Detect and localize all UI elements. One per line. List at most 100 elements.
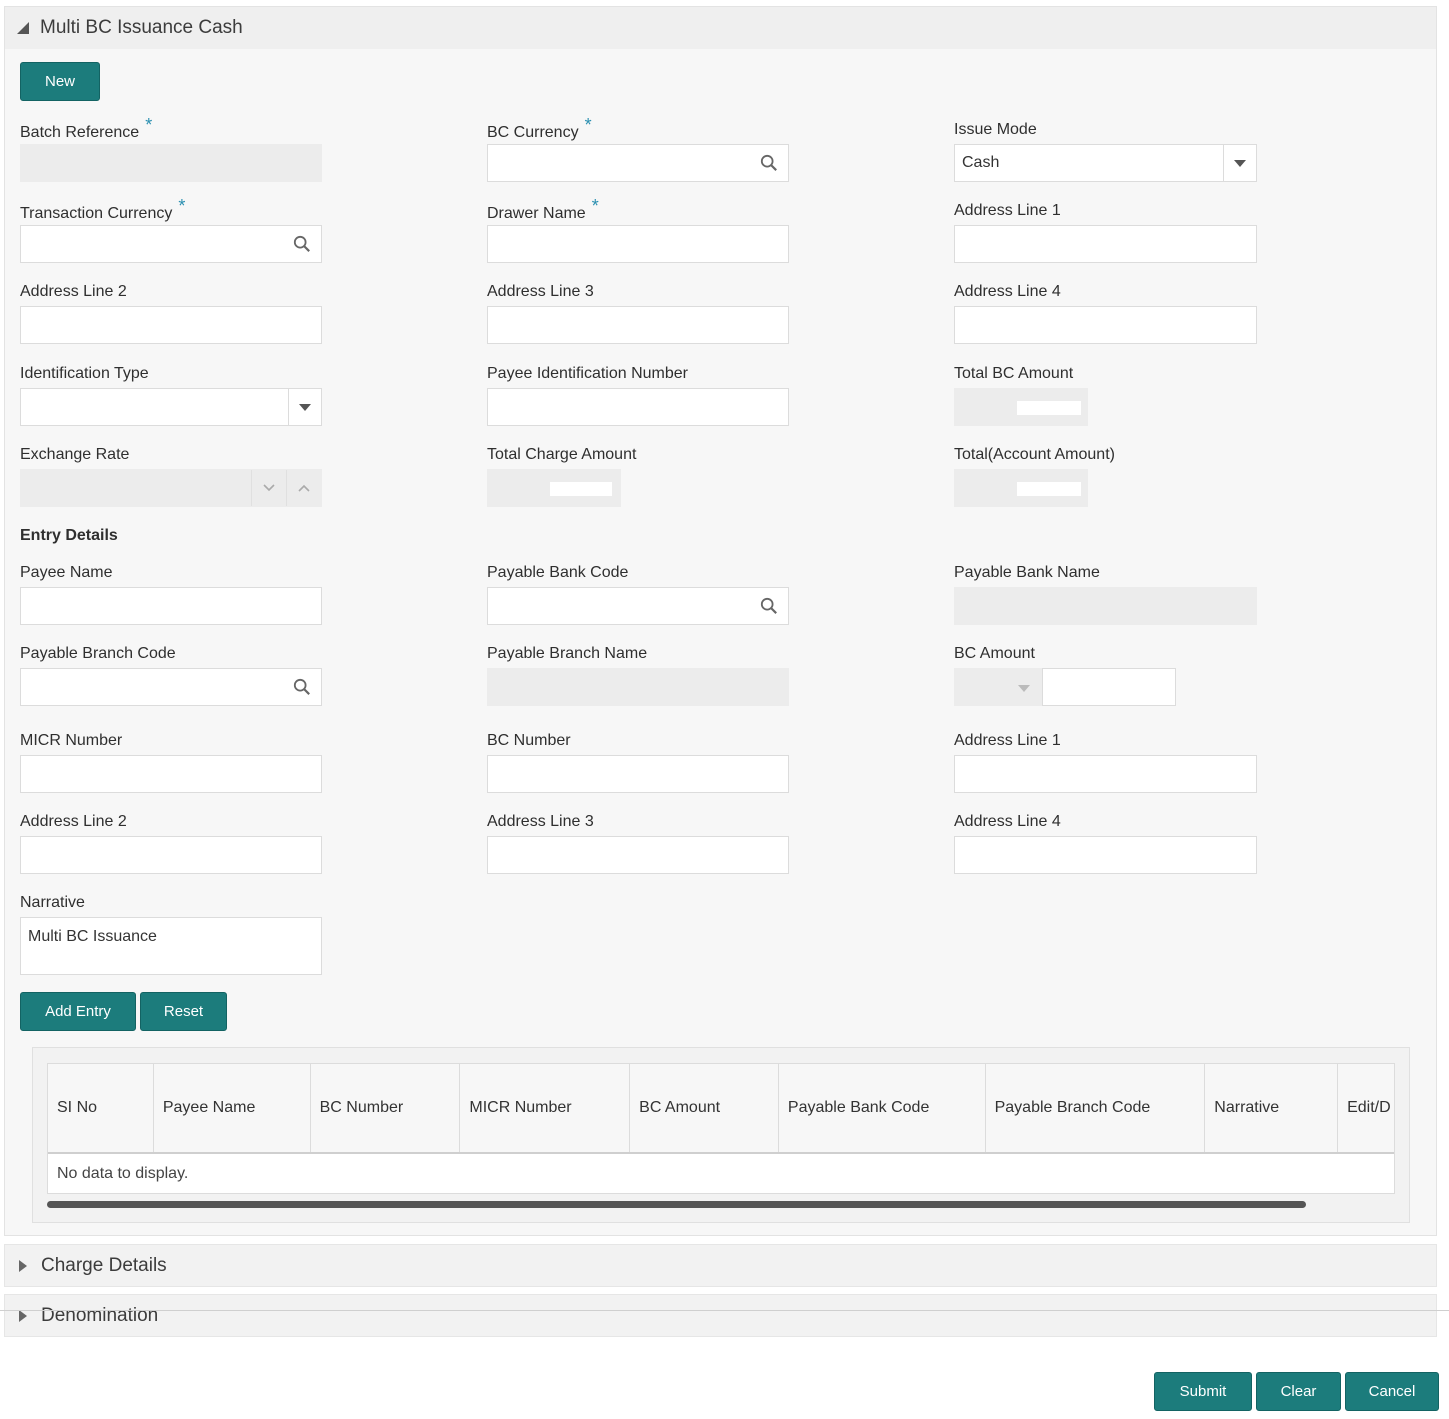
expand-triangle-icon	[19, 1309, 27, 1322]
total-account-amount-field	[954, 469, 1088, 507]
address-line-4-label: Address Line 4	[954, 283, 1061, 300]
chevron-down-icon	[263, 484, 275, 492]
entry-address-line-4-label: Address Line 4	[954, 813, 1061, 830]
micr-number-label: MICR Number	[20, 732, 123, 749]
entry-address-line-2-label: Address Line 2	[20, 813, 127, 830]
column-header[interactable]: SI No	[48, 1064, 154, 1152]
redacted-value	[1017, 401, 1081, 415]
entry-address-line-1-input[interactable]	[954, 755, 1257, 793]
payable-branch-name-label: Payable Branch Name	[487, 645, 648, 662]
entry-address-line-2-input[interactable]	[20, 836, 322, 874]
chevron-down-icon	[299, 403, 311, 411]
column-header[interactable]: Payee Name	[154, 1064, 311, 1152]
column-header[interactable]: Edit/D	[1338, 1064, 1394, 1152]
entries-table-container: SI No Payee Name BC Number MICR Number B…	[32, 1047, 1410, 1223]
entries-table: SI No Payee Name BC Number MICR Number B…	[47, 1063, 1395, 1194]
identification-type-select[interactable]	[20, 388, 322, 426]
column-header[interactable]: MICR Number	[460, 1064, 631, 1152]
bc-amount-currency-select[interactable]	[954, 668, 1043, 706]
payable-bank-name-label: Payable Bank Name	[954, 564, 1100, 581]
issue-mode-value: Cash	[962, 154, 1000, 171]
narrative-label: Narrative	[20, 894, 85, 911]
transaction-currency-label: Transaction Currency *	[20, 196, 186, 222]
address-line-1-label: Address Line 1	[954, 202, 1061, 219]
total-account-amount-label: Total(Account Amount)	[954, 446, 1115, 463]
submit-button[interactable]: Submit	[1154, 1372, 1252, 1411]
issue-mode-select[interactable]: Cash	[954, 144, 1257, 182]
chevron-up-icon	[298, 484, 310, 492]
total-charge-amount-label: Total Charge Amount	[487, 446, 637, 463]
search-icon[interactable]	[760, 154, 778, 172]
issue-mode-dropdown-button[interactable]	[1223, 145, 1256, 181]
bc-amount-input[interactable]	[1042, 668, 1176, 706]
column-header[interactable]: Payable Branch Code	[986, 1064, 1206, 1152]
exchange-rate-label: Exchange Rate	[20, 446, 130, 463]
increment-button[interactable]	[286, 470, 321, 506]
address-line-3-label: Address Line 3	[487, 283, 594, 300]
search-icon[interactable]	[293, 678, 311, 696]
decrement-button[interactable]	[251, 470, 286, 506]
identification-type-label: Identification Type	[20, 365, 149, 382]
exchange-rate-field	[20, 469, 322, 507]
add-entry-button[interactable]: Add Entry	[20, 992, 136, 1031]
transaction-currency-input[interactable]	[20, 225, 322, 263]
search-icon[interactable]	[293, 235, 311, 253]
charge-details-title: Charge Details	[41, 1254, 167, 1276]
denomination-title: Denomination	[41, 1304, 159, 1326]
panel-title: Multi BC Issuance Cash	[40, 17, 243, 38]
address-line-2-label: Address Line 2	[20, 283, 127, 300]
address-line-4-input[interactable]	[954, 306, 1257, 344]
payable-branch-code-input[interactable]	[20, 668, 322, 706]
drawer-name-input[interactable]	[487, 225, 789, 263]
bc-currency-input[interactable]	[487, 144, 789, 182]
bc-amount-label: BC Amount	[954, 645, 1035, 662]
address-line-1-input[interactable]	[954, 225, 1257, 263]
payee-identification-number-input[interactable]	[487, 388, 789, 426]
total-bc-amount-field	[954, 388, 1088, 426]
column-header[interactable]: Narrative	[1205, 1064, 1339, 1152]
issue-mode-label: Issue Mode	[954, 121, 1037, 138]
charge-details-panel: Charge Details	[4, 1244, 1437, 1287]
clear-button[interactable]: Clear	[1256, 1372, 1341, 1411]
expand-triangle-icon	[19, 1259, 27, 1272]
payable-bank-code-input[interactable]	[487, 587, 789, 625]
panel-header[interactable]: Multi BC Issuance Cash	[5, 7, 1436, 49]
narrative-textarea[interactable]: Multi BC Issuance	[20, 917, 322, 975]
address-line-3-input[interactable]	[487, 306, 789, 344]
payable-branch-name-field	[487, 668, 789, 706]
chevron-down-icon	[1234, 159, 1246, 167]
entry-details-title: Entry Details	[20, 527, 118, 544]
cancel-button[interactable]: Cancel	[1345, 1372, 1439, 1411]
payee-name-input[interactable]	[20, 587, 322, 625]
charge-details-header[interactable]: Charge Details	[5, 1245, 1436, 1286]
entry-address-line-4-input[interactable]	[954, 836, 1257, 874]
horizontal-scrollbar[interactable]	[47, 1201, 1306, 1208]
bc-number-input[interactable]	[487, 755, 789, 793]
address-line-2-input[interactable]	[20, 306, 322, 344]
entry-address-line-1-label: Address Line 1	[954, 732, 1061, 749]
collapse-triangle-icon	[17, 22, 29, 34]
denomination-header[interactable]: Denomination	[5, 1295, 1436, 1336]
empty-table-message: No data to display.	[57, 1164, 189, 1182]
reset-button[interactable]: Reset	[140, 992, 227, 1031]
entry-address-line-3-input[interactable]	[487, 836, 789, 874]
bc-number-label: BC Number	[487, 732, 571, 749]
batch-reference-field	[20, 144, 322, 182]
redacted-value	[1017, 482, 1081, 496]
bc-currency-label: BC Currency *	[487, 115, 592, 141]
column-header[interactable]: BC Amount	[630, 1064, 779, 1152]
narrative-value: Multi BC Issuance	[28, 928, 157, 945]
search-icon[interactable]	[760, 597, 778, 615]
entry-address-line-3-label: Address Line 3	[487, 813, 594, 830]
payable-branch-code-label: Payable Branch Code	[20, 645, 176, 662]
column-header[interactable]: BC Number	[311, 1064, 461, 1152]
column-header[interactable]: Payable Bank Code	[779, 1064, 986, 1152]
new-button[interactable]: New	[20, 62, 100, 101]
redacted-value	[550, 482, 612, 496]
payable-bank-code-label: Payable Bank Code	[487, 564, 629, 581]
payable-bank-name-field	[954, 587, 1257, 625]
overlay-divider	[0, 1310, 1449, 1311]
micr-number-input[interactable]	[20, 755, 322, 793]
identification-type-dropdown-button[interactable]	[288, 389, 321, 425]
payee-name-label: Payee Name	[20, 564, 113, 581]
